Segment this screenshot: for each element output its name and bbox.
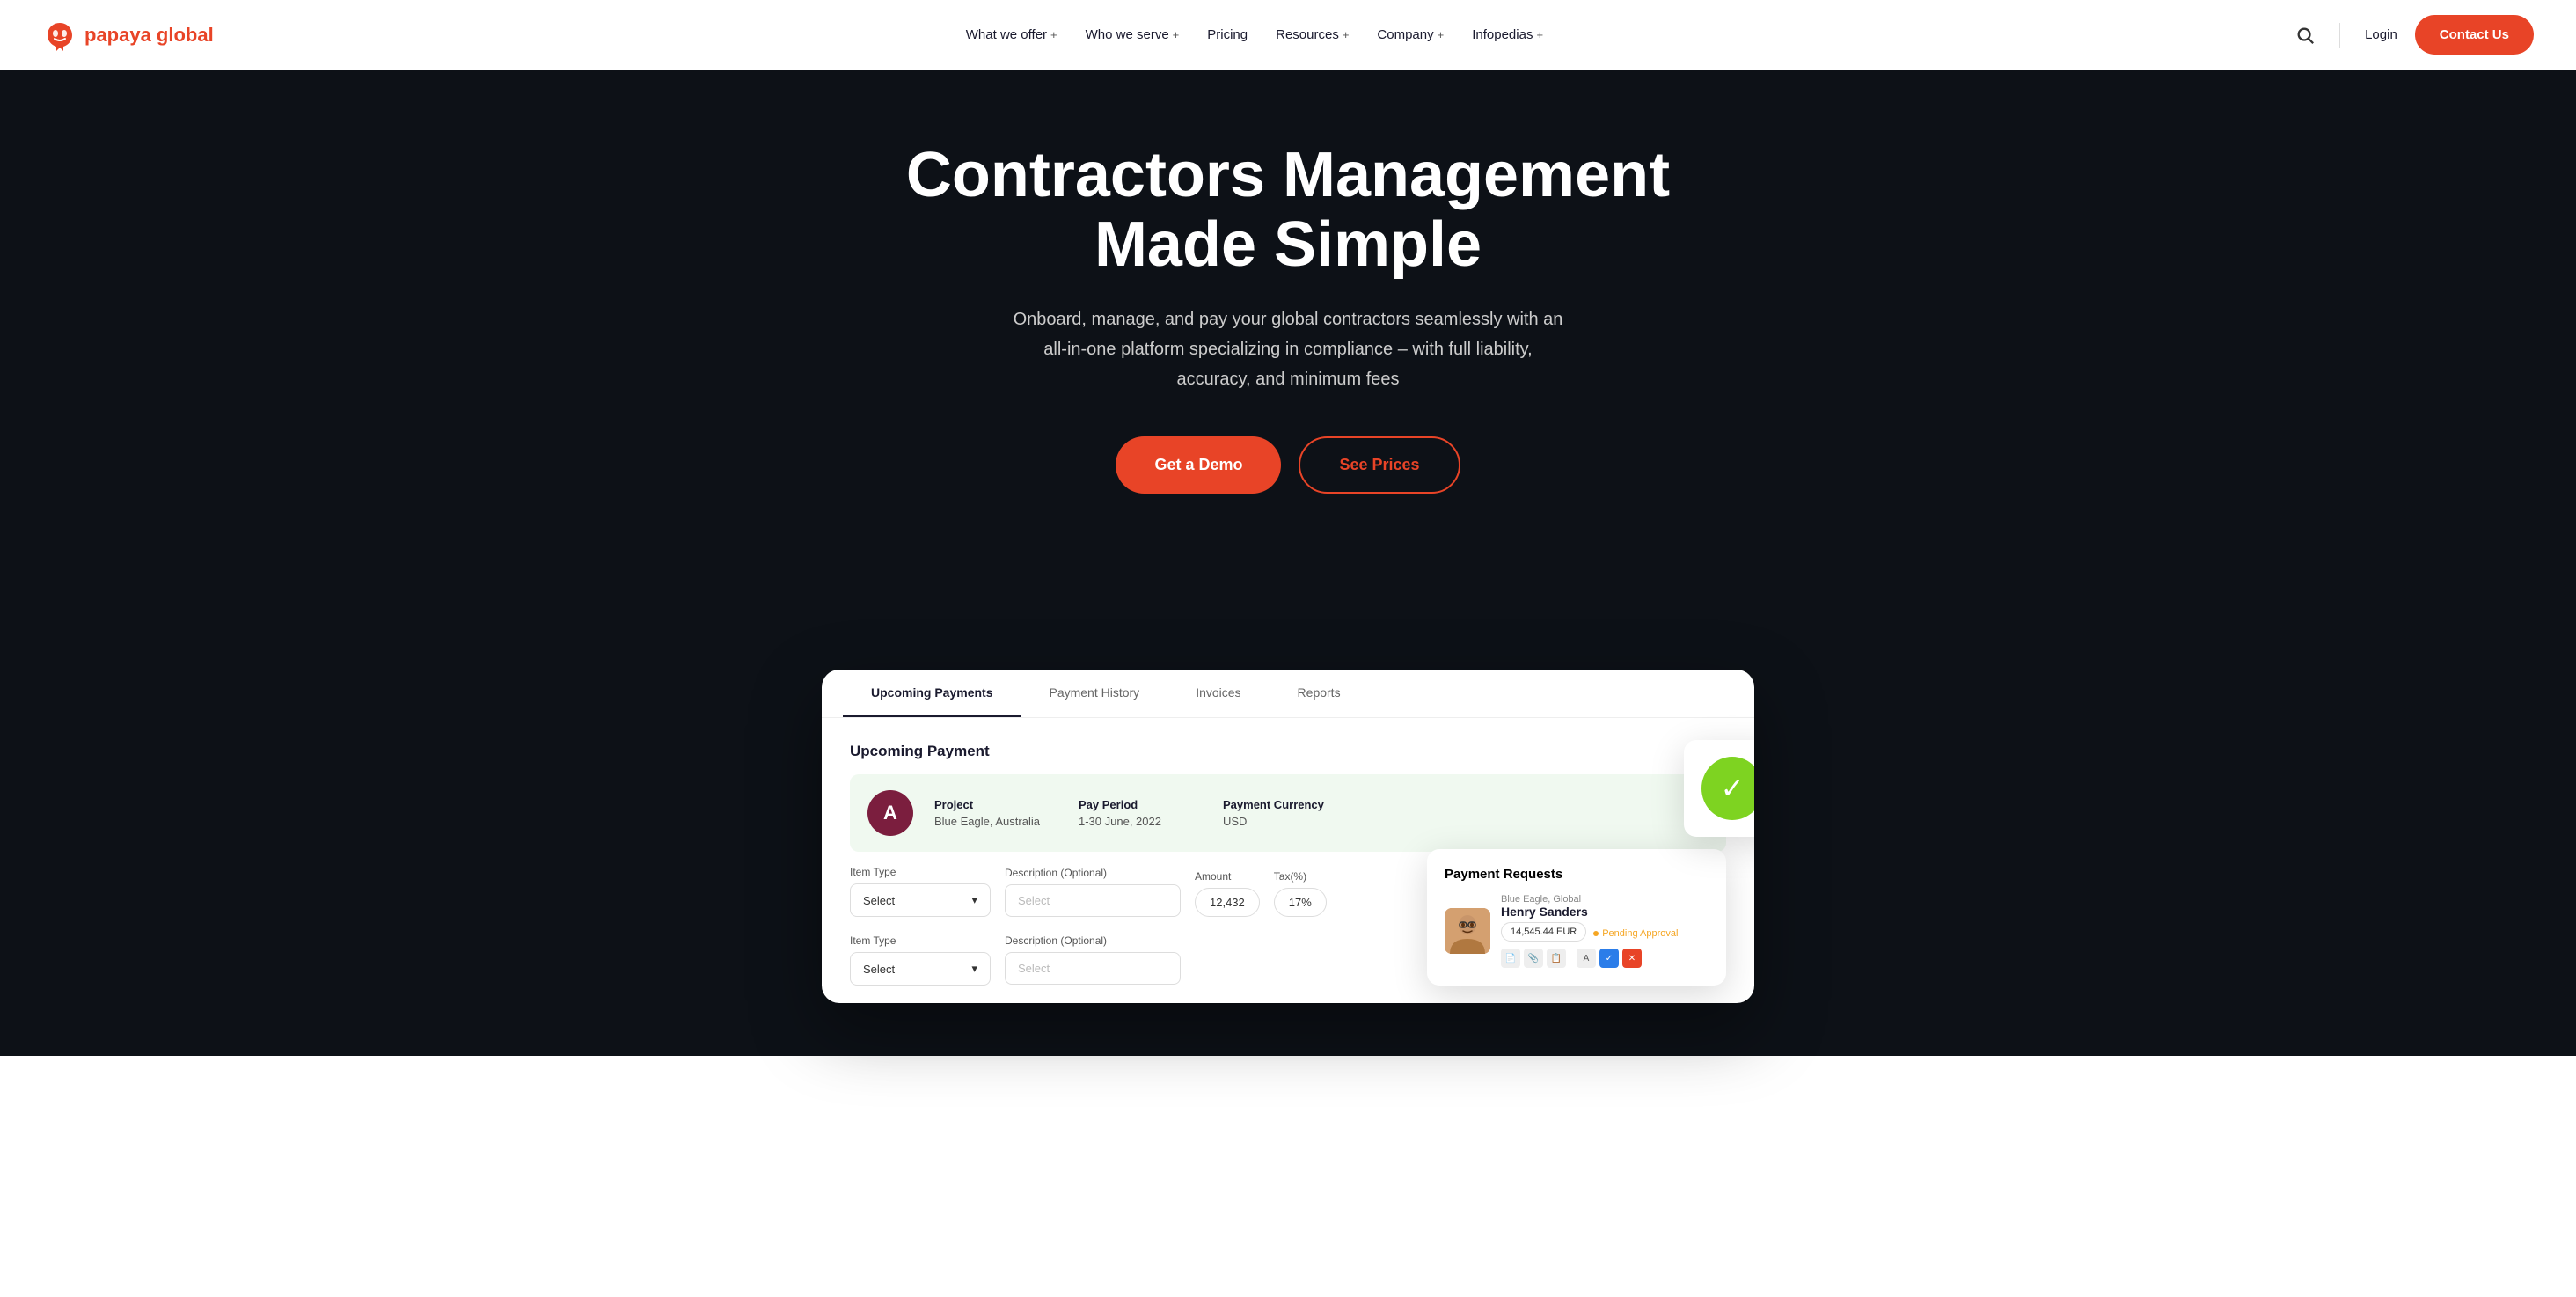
tab-upcoming-payments[interactable]: Upcoming Payments bbox=[843, 670, 1021, 717]
tax-group: Tax(%) 17% bbox=[1274, 870, 1327, 917]
item-type-label-2: Item Type bbox=[850, 934, 991, 947]
payment-requests-card: Payment Requests bbox=[1427, 849, 1726, 986]
dashboard-tabs: Upcoming Payments Payment History Invoic… bbox=[822, 670, 1754, 718]
item-type-group-2: Item Type Select ▾ bbox=[850, 934, 991, 986]
payment-request-row: Blue Eagle, Global Henry Sanders 14,545.… bbox=[1445, 894, 1709, 968]
plus-icon: + bbox=[1050, 28, 1057, 41]
project-label: Project bbox=[934, 798, 1057, 811]
nav-item-company[interactable]: Company + bbox=[1377, 27, 1444, 42]
success-card: ✓ bbox=[1684, 740, 1754, 837]
chevron-down-icon-2: ▾ bbox=[971, 962, 977, 976]
requester-info: Blue Eagle, Global Henry Sanders 14,545.… bbox=[1501, 894, 1709, 968]
check-icon: ✓ bbox=[1721, 772, 1745, 805]
nav-item-who-we-serve[interactable]: Who we serve + bbox=[1086, 27, 1180, 42]
action-doc-button[interactable]: 📄 bbox=[1501, 949, 1520, 968]
item-type-group-1: Item Type Select ▾ bbox=[850, 866, 991, 917]
nav-divider bbox=[2339, 23, 2340, 48]
desc-input-1[interactable]: Select bbox=[1005, 884, 1181, 917]
action-confirm-button[interactable]: ✓ bbox=[1599, 949, 1619, 968]
payment-project-col: Project Blue Eagle, Australia bbox=[934, 798, 1057, 828]
desc-input-2[interactable]: Select bbox=[1005, 952, 1181, 985]
dashboard-card: Upcoming Payments Payment History Invoic… bbox=[822, 670, 1754, 1003]
logo[interactable]: papaya global bbox=[42, 19, 214, 51]
nav-item-what-we-offer[interactable]: What we offer + bbox=[966, 27, 1057, 42]
chevron-down-icon: ▾ bbox=[971, 893, 977, 907]
search-icon[interactable] bbox=[2295, 26, 2315, 45]
pay-period-label: Pay Period bbox=[1079, 798, 1202, 811]
currency-value: USD bbox=[1223, 815, 1346, 828]
dashboard-preview: Upcoming Payments Payment History Invoic… bbox=[0, 670, 2576, 1056]
hero-buttons: Get a Demo See Prices bbox=[42, 436, 2534, 494]
nav-links: What we offer + Who we serve + Pricing R… bbox=[966, 27, 1543, 42]
item-type-label-1: Item Type bbox=[850, 866, 991, 878]
payment-requests-title: Payment Requests bbox=[1445, 867, 1709, 882]
plus-icon: + bbox=[1343, 28, 1350, 41]
nav-item-infopedias[interactable]: Infopedias + bbox=[1472, 27, 1543, 42]
plus-icon: + bbox=[1536, 28, 1543, 41]
request-status: Pending Approval bbox=[1593, 928, 1678, 939]
hero-heading: Contractors Management Made Simple bbox=[892, 141, 1684, 280]
nav-item-pricing[interactable]: Pricing bbox=[1207, 27, 1248, 42]
desc-label-2: Description (Optional) bbox=[1005, 934, 1181, 947]
tax-label: Tax(%) bbox=[1274, 870, 1327, 883]
action-copy-button[interactable]: 📋 bbox=[1547, 949, 1566, 968]
amount-group: Amount 12,432 bbox=[1195, 870, 1260, 917]
tab-payment-history[interactable]: Payment History bbox=[1021, 670, 1167, 717]
currency-label: Payment Currency bbox=[1223, 798, 1346, 811]
nav-right: Login Contact Us bbox=[2295, 15, 2534, 55]
tab-reports[interactable]: Reports bbox=[1270, 670, 1369, 717]
logo-icon bbox=[42, 19, 77, 51]
request-amount: 14,545.44 EUR bbox=[1501, 922, 1586, 942]
requester-name: Henry Sanders bbox=[1501, 905, 1709, 919]
contact-us-button[interactable]: Contact Us bbox=[2415, 15, 2534, 55]
success-circle: ✓ bbox=[1701, 757, 1754, 820]
payment-currency-col: Payment Currency USD bbox=[1223, 798, 1346, 828]
project-value: Blue Eagle, Australia bbox=[934, 815, 1057, 828]
desc-label-1: Description (Optional) bbox=[1005, 867, 1181, 879]
plus-icon: + bbox=[1438, 28, 1445, 41]
pay-period-value: 1-30 June, 2022 bbox=[1079, 815, 1202, 828]
login-button[interactable]: Login bbox=[2365, 27, 2397, 42]
tax-value[interactable]: 17% bbox=[1274, 888, 1327, 917]
payment-header-row: A Project Blue Eagle, Australia Pay Peri… bbox=[850, 774, 1726, 852]
requester-company: Blue Eagle, Global bbox=[1501, 894, 1709, 905]
item-type-select-1[interactable]: Select ▾ bbox=[850, 883, 991, 917]
action-clip-button[interactable]: 📎 bbox=[1524, 949, 1543, 968]
payment-period-col: Pay Period 1-30 June, 2022 bbox=[1079, 798, 1202, 828]
action-reject-button[interactable]: ✕ bbox=[1622, 949, 1642, 968]
navbar: papaya global What we offer + Who we ser… bbox=[0, 0, 2576, 70]
request-actions: 📄 📎 📋 A ✓ ✕ bbox=[1501, 949, 1709, 968]
description-group-2: Description (Optional) Select bbox=[1005, 934, 1181, 986]
nav-item-resources[interactable]: Resources + bbox=[1276, 27, 1349, 42]
action-approve-button[interactable]: A bbox=[1577, 949, 1596, 968]
payment-avatar: A bbox=[867, 790, 913, 836]
description-group-1: Description (Optional) Select bbox=[1005, 867, 1181, 917]
payment-section-title: Upcoming Payment bbox=[850, 743, 1726, 760]
hero-subtext: Onboard, manage, and pay your global con… bbox=[1006, 304, 1570, 394]
get-demo-button[interactable]: Get a Demo bbox=[1116, 436, 1281, 494]
requester-avatar bbox=[1445, 908, 1490, 954]
hero-section: Contractors Management Made Simple Onboa… bbox=[0, 70, 2576, 670]
logo-text: papaya global bbox=[84, 24, 214, 47]
status-dot bbox=[1593, 931, 1599, 936]
plus-icon: + bbox=[1173, 28, 1180, 41]
item-type-select-2[interactable]: Select ▾ bbox=[850, 952, 991, 986]
see-prices-button[interactable]: See Prices bbox=[1299, 436, 1460, 494]
tab-invoices[interactable]: Invoices bbox=[1167, 670, 1269, 717]
amount-value[interactable]: 12,432 bbox=[1195, 888, 1260, 917]
amount-label: Amount bbox=[1195, 870, 1260, 883]
